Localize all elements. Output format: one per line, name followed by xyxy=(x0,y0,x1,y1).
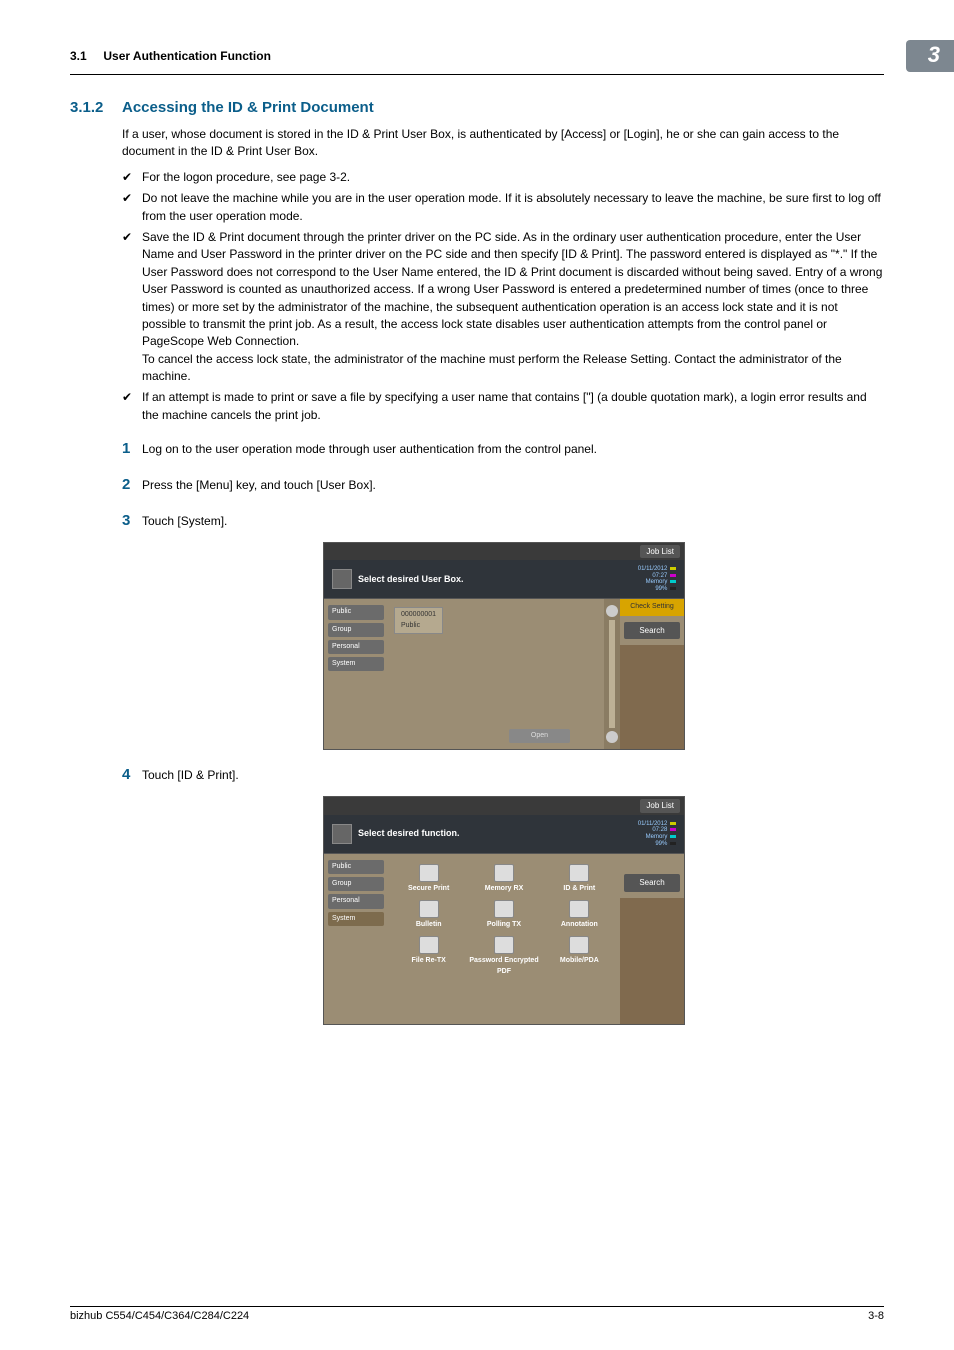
fn-pwd-pdf[interactable]: Password Encrypted PDF xyxy=(469,936,538,976)
section-ref: 3.1 xyxy=(70,49,87,63)
step-number: 4 xyxy=(122,764,142,786)
step-list: 1Log on to the user operation mode throu… xyxy=(122,438,884,531)
bullet-text: For the logon procedure, see page 3-2. xyxy=(142,169,350,186)
fn-annotation[interactable]: Annotation xyxy=(545,900,614,930)
check-icon: ✔ xyxy=(122,229,142,386)
bullet-list: ✔For the logon procedure, see page 3-2. … xyxy=(122,169,884,424)
tab-public[interactable]: Public xyxy=(328,605,384,619)
fn-memory-rx[interactable]: Memory RX xyxy=(469,864,538,894)
doc-icon xyxy=(332,824,352,844)
banner-text: Select desired User Box. xyxy=(358,573,638,586)
file-re-tx-icon xyxy=(419,936,439,954)
fn-id-print[interactable]: ID & Print xyxy=(545,864,614,894)
tab-public[interactable]: Public xyxy=(328,860,384,874)
id-print-icon xyxy=(569,864,589,882)
user-box-name: Public xyxy=(401,622,420,629)
tab-group[interactable]: Group xyxy=(328,623,384,637)
memory-rx-icon xyxy=(494,864,514,882)
check-setting-button[interactable]: Check Setting xyxy=(620,599,684,615)
tab-group[interactable]: Group xyxy=(328,877,384,891)
subsection-title: Accessing the ID & Print Document xyxy=(122,99,374,116)
polling-tx-icon xyxy=(494,900,514,918)
annotation-icon xyxy=(569,900,589,918)
scroll-up-icon[interactable] xyxy=(606,605,618,617)
step-number: 2 xyxy=(122,474,142,496)
check-icon: ✔ xyxy=(122,190,142,225)
job-list-button[interactable]: Job List xyxy=(640,799,680,813)
memory-value: 99% xyxy=(655,841,667,847)
bullet-text: Do not leave the machine while you are i… xyxy=(142,190,884,225)
memory-label: Memory xyxy=(646,579,668,585)
scroll-track[interactable] xyxy=(609,620,615,728)
footer-model: bizhub C554/C454/C364/C284/C224 xyxy=(70,1310,249,1322)
step-text: Log on to the user operation mode throug… xyxy=(142,441,597,458)
user-box-id: 000000001 xyxy=(401,611,436,618)
bullet-text: If an attempt is made to print or save a… xyxy=(142,389,884,424)
bullet-text: Save the ID & Print document through the… xyxy=(142,229,884,386)
chapter-badge: 3 xyxy=(906,40,954,72)
memory-value: 99% xyxy=(655,586,667,592)
device-screenshot-1: Job List Select desired User Box. 01/11/… xyxy=(323,542,685,751)
memory-label: Memory xyxy=(646,834,668,840)
step-text: Touch [System]. xyxy=(142,513,227,530)
check-icon: ✔ xyxy=(122,169,142,186)
step-number: 1 xyxy=(122,438,142,460)
tab-personal[interactable]: Personal xyxy=(328,894,384,908)
step-list-cont: 4Touch [ID & Print]. xyxy=(122,764,884,786)
footer-page: 3-8 xyxy=(868,1310,884,1322)
check-icon: ✔ xyxy=(122,389,142,424)
section-title-header: User Authentication Function xyxy=(103,49,271,63)
tab-system[interactable]: System xyxy=(328,657,384,671)
intro-paragraph: If a user, whose document is stored in t… xyxy=(122,126,884,161)
encrypted-pdf-icon xyxy=(494,936,514,954)
bulletin-icon xyxy=(419,900,439,918)
scroll-down-icon[interactable] xyxy=(606,731,618,743)
date-label: 01/11/2012 xyxy=(638,566,668,572)
step-text: Touch [ID & Print]. xyxy=(142,767,239,784)
date-label: 01/11/2012 xyxy=(638,821,668,827)
job-list-button[interactable]: Job List xyxy=(640,545,680,559)
time-label: 07:27 xyxy=(652,573,667,579)
page-header: 3.1 User Authentication Function 3 xyxy=(70,40,884,75)
search-button[interactable]: Search xyxy=(624,622,680,640)
open-button[interactable]: Open xyxy=(509,729,570,743)
tab-personal[interactable]: Personal xyxy=(328,640,384,654)
tab-system[interactable]: System xyxy=(328,912,384,926)
fn-bulletin[interactable]: Bulletin xyxy=(394,900,463,930)
page-footer: bizhub C554/C454/C364/C284/C224 3-8 xyxy=(70,1306,884,1322)
step-number: 3 xyxy=(122,510,142,532)
step-text: Press the [Menu] key, and touch [User Bo… xyxy=(142,477,376,494)
user-box-item[interactable]: 000000001 Public xyxy=(394,607,443,633)
doc-icon xyxy=(332,569,352,589)
search-button[interactable]: Search xyxy=(624,874,680,892)
fn-secure-print[interactable]: Secure Print xyxy=(394,864,463,894)
time-label: 07:28 xyxy=(652,827,667,833)
mobile-pda-icon xyxy=(569,936,589,954)
fn-polling-tx[interactable]: Polling TX xyxy=(469,900,538,930)
secure-print-icon xyxy=(419,864,439,882)
fn-mobile-pda[interactable]: Mobile/PDA xyxy=(545,936,614,976)
device-screenshot-2: Job List Select desired function. 01/11/… xyxy=(323,796,685,1025)
fn-file-re-tx[interactable]: File Re-TX xyxy=(394,936,463,976)
subsection-number: 3.1.2 xyxy=(70,99,122,116)
banner-text: Select desired function. xyxy=(358,827,638,840)
